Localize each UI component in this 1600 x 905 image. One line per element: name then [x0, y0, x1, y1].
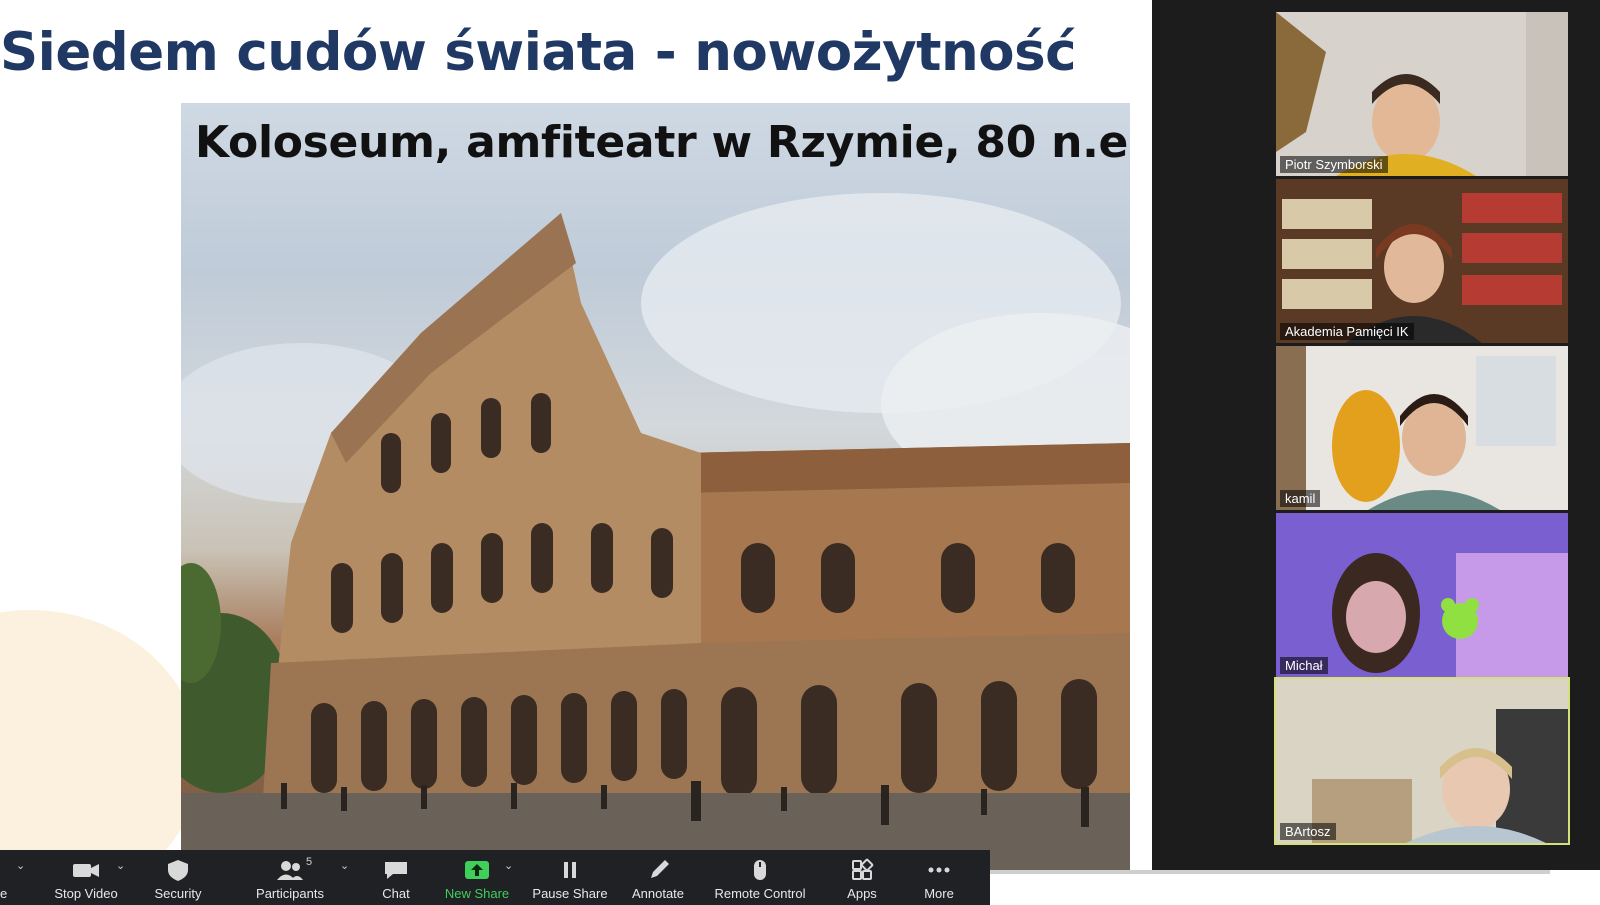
apps-button[interactable]: Apps: [838, 850, 886, 905]
participant-name: Piotr Szymborski: [1280, 156, 1388, 173]
video-tile-akademia[interactable]: Akademia Pamięci IK: [1276, 179, 1568, 343]
michal-video-feed: [1276, 513, 1568, 677]
video-tile-bartosz[interactable]: BArtosz: [1274, 677, 1570, 845]
participants-button[interactable]: Participants: [248, 850, 332, 905]
pen-icon: [651, 860, 669, 878]
colosseum-illustration: [181, 193, 1130, 870]
shield-icon: [168, 860, 188, 881]
bartosz-video-feed: [1276, 679, 1568, 843]
decorative-curve: [0, 610, 200, 870]
slide-caption: Koloseum, amfiteatr w Rzymie, 80 n.e.: [195, 117, 1130, 168]
participant-name: Akademia Pamięci IK: [1280, 323, 1414, 340]
dots-icon: [928, 867, 950, 873]
mouse-icon: [754, 860, 766, 880]
participants-count: 5: [306, 856, 313, 868]
remote-control-button[interactable]: Remote Control: [706, 850, 814, 905]
divider-strip: [990, 870, 1550, 874]
slide-title: Siedem cudów świata - nowożytność: [0, 22, 1077, 83]
pause-share-button[interactable]: Pause Share: [530, 850, 610, 905]
apps-icon: [852, 858, 874, 880]
chevron-down-icon[interactable]: ⌄: [504, 859, 513, 872]
people-icon: [277, 861, 303, 880]
video-tile-michal[interactable]: Michał: [1276, 513, 1568, 677]
colosseum-photo: Koloseum, amfiteatr w Rzymie, 80 n.e.: [181, 103, 1130, 870]
new-share-button[interactable]: New Share: [440, 850, 514, 905]
share-arrow-icon: [465, 861, 489, 879]
chevron-down-icon[interactable]: ⌄: [116, 859, 125, 872]
annotate-button[interactable]: Annotate: [626, 850, 690, 905]
chat-bubble-icon: [385, 862, 407, 879]
akademia-video-feed: [1276, 179, 1568, 343]
shared-slide: Siedem cudów świata - nowożytność Kolose…: [0, 0, 1130, 870]
participant-name: kamil: [1280, 490, 1321, 507]
kamil-video-feed: [1276, 346, 1568, 510]
cut-off-control[interactable]: e: [0, 850, 10, 905]
more-button[interactable]: More: [914, 850, 964, 905]
participant-name: Michał: [1280, 657, 1328, 674]
video-tile-piotr[interactable]: Piotr Szymborski: [1276, 12, 1568, 176]
security-button[interactable]: Security: [144, 850, 212, 905]
piotr-video-feed: [1276, 12, 1568, 176]
chevron-down-icon[interactable]: ⌄: [340, 859, 349, 872]
chevron-down-icon[interactable]: ⌄: [16, 859, 25, 872]
chat-button[interactable]: Chat: [370, 850, 422, 905]
pause-icon: [564, 862, 576, 878]
participant-name: BArtosz: [1280, 823, 1336, 840]
video-tile-kamil[interactable]: kamil: [1276, 346, 1568, 510]
participant-gallery: Piotr Szymborski Akademia Pamięci IK kam…: [1152, 0, 1600, 870]
meeting-toolbar: e ⌄ Stop Video ⌄ Security Participants 5…: [0, 850, 990, 905]
video-camera-icon: [73, 864, 99, 877]
